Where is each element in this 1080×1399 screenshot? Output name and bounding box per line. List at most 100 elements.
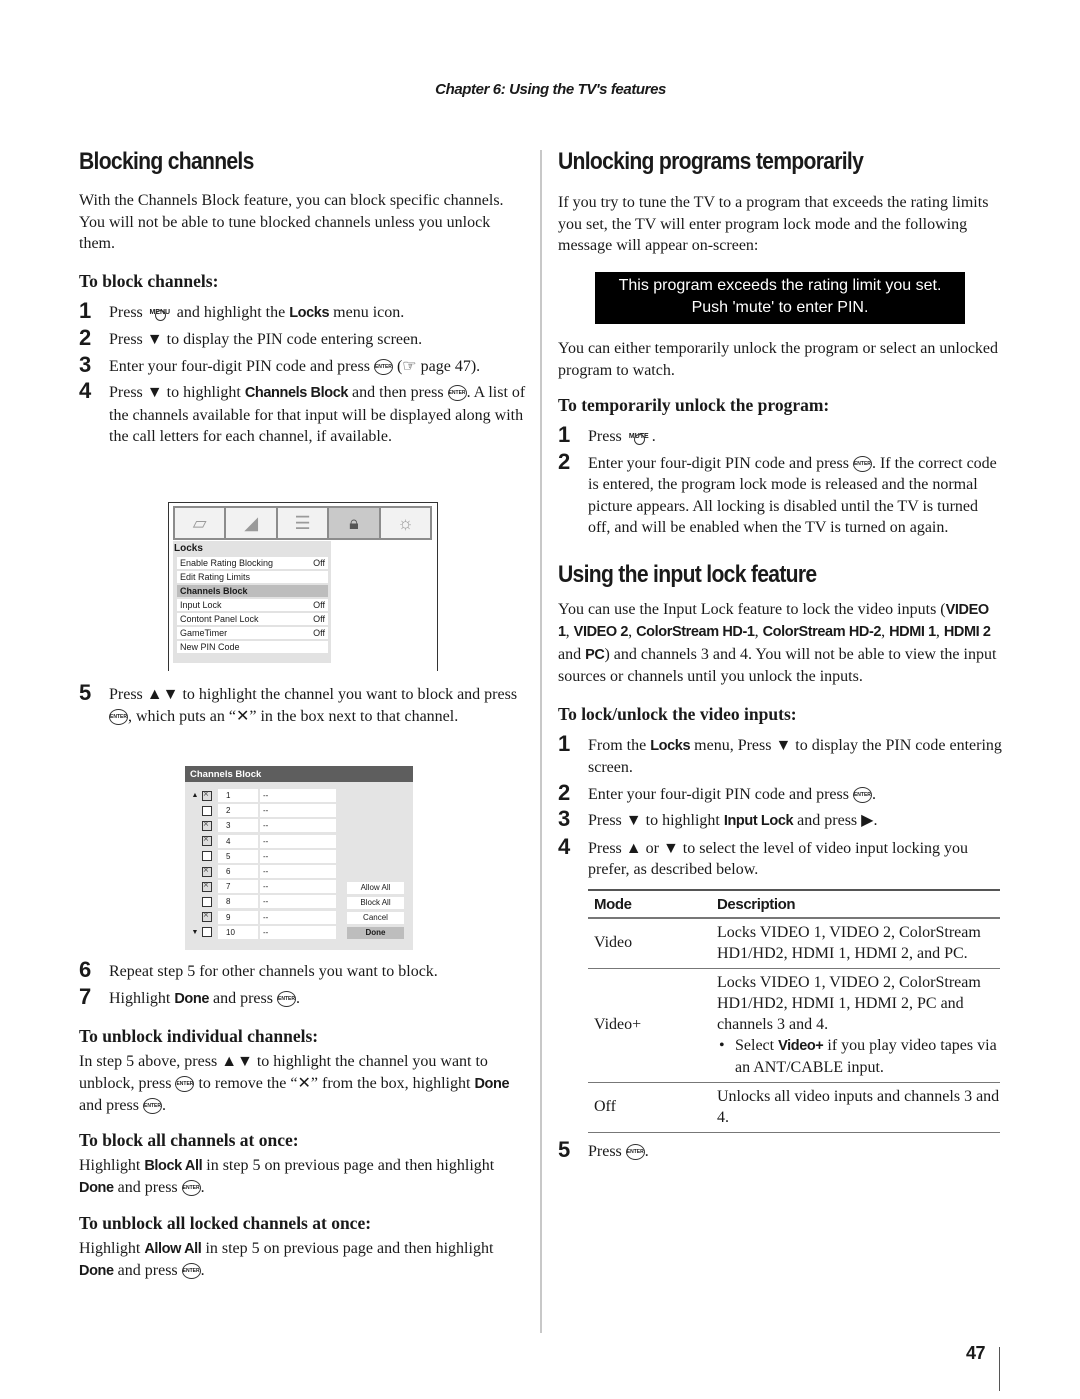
enter-button-icon: ENTER — [373, 358, 393, 375]
enter-button-icon: ENTER — [276, 990, 296, 1007]
locks-menu-title: Locks — [174, 543, 203, 554]
enter-button-icon: ENTER — [181, 1180, 201, 1197]
page-number: 47 — [966, 1343, 986, 1363]
lock-step-1: 1 From the Locks menu, Press ▼ to display… — [558, 730, 1002, 776]
step-7: 7 Highlight Done and press ENTER. — [79, 983, 300, 1009]
channel-row: ▲ 1-- — [190, 789, 336, 802]
lock-step-4: 4 Press ▲ or ▼ to select the level of vid… — [558, 833, 969, 878]
block-all-text: Highlight Block All in step 5 on previou… — [79, 1156, 495, 1197]
channel-row: 4-- — [190, 834, 336, 848]
unblock-all-text: Highlight Allow All in step 5 on previou… — [79, 1239, 494, 1280]
step-3: 3 Enter your four-digit PIN code and pres… — [79, 351, 481, 377]
unlock-intro-text: If you try to tune the TV to a program t… — [558, 194, 989, 254]
call-letters: -- — [260, 819, 336, 833]
step-2: 2 Press ▼ to display the PIN code enterin… — [79, 325, 423, 350]
allow-all-button: Allow All — [347, 882, 404, 894]
enter-button-icon: ENTER — [109, 708, 128, 725]
column-header-description: Description — [717, 888, 1000, 919]
channel-row: 6-- — [190, 865, 336, 878]
right-mid: You can either temporarily unlock the pr… — [558, 338, 1003, 1162]
channel-row: ▼ 10 -- — [190, 925, 336, 939]
section-title-input-lock: Using the input lock feature — [558, 560, 817, 588]
menu-item-gametimer: GameTimer Off — [177, 627, 328, 639]
channel-row: 2 -- — [190, 804, 336, 818]
left-lower: 6 Repeat step 5 for other channels you wa… — [79, 957, 529, 1283]
enter-button-icon: ENTER — [852, 455, 872, 472]
channel-number: 5 — [218, 849, 258, 863]
channel-row: 7-- — [190, 880, 336, 894]
channel-number: 6 — [218, 865, 258, 878]
left-column: Blocking channels With the Channels Bloc… — [79, 148, 529, 448]
input-lock-intro: You can use the Input Lock feature to lo… — [558, 600, 997, 686]
enter-button-icon: ENTER — [175, 1075, 195, 1092]
empty-box-icon — [202, 896, 212, 907]
call-letters: -- — [260, 865, 336, 878]
menu-item-content-panel-lock: Contont Panel Lock Off — [177, 613, 328, 625]
subheading-block-all: To block all channels at once: — [79, 1129, 299, 1150]
preferences-tab-icon: ☰ — [277, 508, 328, 538]
locks-menu-screenshot: ▱ ◢ ☰ 🔒︎ ☼ Locks Enable Rating Blocking O… — [168, 502, 438, 671]
mute-button-icon: MUTE — [626, 426, 652, 446]
enter-button-icon: ENTER — [142, 1098, 162, 1115]
temp-step-2: 2 Enter your four-digit PIN code and pres… — [558, 448, 997, 536]
lock-step-5: 5 Press ENTER. — [558, 1136, 649, 1162]
scroll-down-icon: ▼ — [191, 928, 199, 936]
step-4: 4 Press ▼ to highlight Channels Block and… — [79, 378, 526, 445]
intro-text: With the Channels Block feature, you can… — [79, 192, 504, 252]
call-letters: -- — [260, 895, 336, 909]
input-lock-mode-table: Mode Description Video Locks VIDEO 1, VI… — [588, 888, 1000, 1133]
channel-number: 7 — [218, 880, 258, 894]
temp-step-1: 1 Press MUTE. — [558, 422, 656, 447]
subheading-block-channels: To block channels: — [79, 270, 219, 291]
subheading-lock-unlock-inputs: To lock/unlock the video inputs: — [558, 703, 797, 724]
unblock-text: In step 5 above, press ▲▼ to highlight t… — [79, 1053, 510, 1115]
step-6: 6 Repeat step 5 for other channels you wa… — [79, 957, 438, 982]
done-button: Done — [347, 927, 404, 939]
enter-button-icon: ENTER — [625, 1143, 645, 1160]
channel-number: 3 — [218, 819, 258, 833]
menu-item-edit-rating-limits: Edit Rating Limits — [177, 571, 328, 583]
checked-box-icon — [202, 880, 212, 892]
menu-item-input-lock: Input Lock Off — [177, 599, 328, 611]
subheading-unblock-all: To unblock all locked channels at once: — [79, 1212, 372, 1233]
call-letters: -- — [260, 880, 336, 894]
channel-number: 1 — [218, 789, 258, 802]
channel-number: 4 — [218, 834, 258, 848]
setup-tab-icon: ☼ — [380, 508, 431, 538]
checked-box-icon — [202, 819, 212, 831]
menu-item-channels-block: Channels Block — [177, 585, 328, 597]
checked-box-icon — [202, 834, 212, 847]
step-5: 5 Press ▲▼ to highlight the channel you w… — [79, 680, 518, 725]
channel-number: 2 — [218, 804, 258, 818]
subheading-temp-unlock: To temporarily unlock the program: — [558, 395, 830, 415]
call-letters: -- — [260, 925, 336, 939]
step-1: 1 Press MENU and highlight the Locks men… — [79, 297, 405, 323]
after-message-text: You can either temporarily unlock the pr… — [558, 340, 999, 379]
channel-number: 8 — [218, 895, 258, 909]
lock-step-2: 2 Enter your four-digit PIN code and pres… — [558, 779, 876, 805]
menu-tab-bar: ▱ ◢ ☰ 🔒︎ ☼ — [173, 506, 432, 540]
channel-row: 9-- — [190, 910, 336, 924]
channels-block-screenshot: Channels Block ▲1--2--3--4--5--6--7--8--… — [185, 766, 413, 950]
section-title-blocking-channels: Blocking channels — [79, 148, 254, 175]
enter-button-icon: ENTER — [181, 1263, 201, 1280]
chapter-header: Chapter 6: Using the TV's features — [435, 81, 666, 98]
right-column: Unlocking programs temporarily If you tr… — [558, 148, 1003, 257]
subheading-unblock-individual: To unblock individual channels: — [79, 1026, 319, 1046]
menu-item-enable-rating-blocking: Enable Rating Blocking Off — [177, 557, 328, 569]
table-bullet: • Select Video+ if you play video tapes v… — [719, 1036, 997, 1076]
enter-button-icon: ENTER — [447, 385, 467, 402]
section-title-unlocking-programs: Unlocking programs temporarily — [558, 148, 864, 175]
table-row: Video Locks VIDEO 1, VIDEO 2, ColorStrea… — [588, 917, 1000, 969]
cancel-button: Cancel — [347, 912, 404, 924]
block-all-button: Block All — [347, 897, 404, 909]
channel-number: 10 — [218, 925, 258, 939]
call-letters: -- — [260, 849, 336, 863]
audio-tab-icon: ◢ — [226, 508, 276, 538]
table-row: Video+ Locks VIDEO 1, VIDEO 2, ColorStre… — [588, 968, 1000, 1083]
call-letters: -- — [260, 789, 336, 802]
empty-box-icon — [202, 851, 212, 862]
checked-box-icon — [202, 789, 212, 801]
lock-step-3: 3 Press ▼ to highlight Input Lock and pre… — [558, 806, 878, 831]
table-header-row: Mode Description — [588, 888, 1000, 919]
